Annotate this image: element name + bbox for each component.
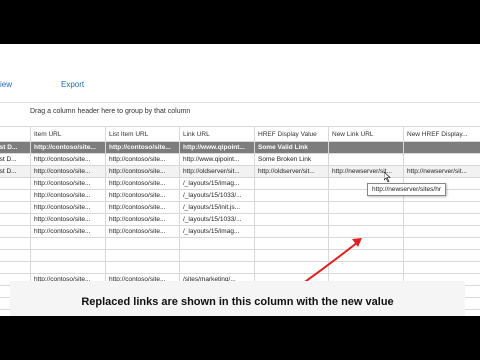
table-cell[interactable]: http://contoso/site...: [105, 153, 180, 166]
table-cell[interactable]: [328, 153, 404, 166]
table-cell[interactable]: http://contoso/site...: [105, 177, 180, 190]
table-cell[interactable]: [105, 261, 180, 274]
annotation-arrow-icon: [301, 238, 362, 285]
table-cell[interactable]: Some Valid Link: [254, 141, 329, 154]
table-cell[interactable]: [403, 141, 480, 154]
column-header-new-href-display[interactable]: New HREF Display...: [403, 126, 480, 142]
table-row[interactable]: http://contoso/site...http://contoso/sit…: [0, 201, 480, 214]
table-row[interactable]: http://contoso/site...http://contoso/sit…: [0, 225, 480, 238]
table-cell[interactable]: [179, 237, 255, 250]
table-cell[interactable]: http://contoso/site...: [30, 165, 106, 178]
app-window: iew Export Drag a column header here to …: [0, 44, 480, 316]
column-header-title[interactable]: [0, 126, 31, 142]
table-cell[interactable]: http://newserver/sit...: [403, 165, 480, 178]
table-cell[interactable]: [403, 201, 480, 214]
table-cell[interactable]: http://contoso/site...: [30, 201, 106, 214]
table-cell[interactable]: [254, 189, 329, 202]
table-row[interactable]: est D...http://contoso/site...http://con…: [0, 165, 480, 178]
letterbox-top: [0, 0, 480, 44]
table-cell[interactable]: [254, 177, 329, 190]
mouse-cursor-icon: [384, 172, 391, 182]
table-cell[interactable]: [0, 237, 31, 250]
column-header-item-url[interactable]: Item URL: [30, 126, 106, 142]
table-cell[interactable]: est D...: [0, 165, 31, 178]
table-cell[interactable]: [105, 249, 180, 262]
view-button[interactable]: iew: [0, 80, 12, 89]
table-cell[interactable]: [30, 261, 106, 274]
table-row[interactable]: [0, 249, 480, 262]
table-cell[interactable]: [105, 237, 180, 250]
table-cell[interactable]: [179, 249, 255, 262]
table-cell[interactable]: [403, 261, 480, 274]
table-row[interactable]: est D...http://contoso/site...http://con…: [0, 141, 480, 154]
group-by-hint: Drag a column header here to group by th…: [30, 108, 191, 115]
table-cell[interactable]: [403, 153, 480, 166]
table-cell[interactable]: http://oldserver/sit...: [179, 165, 255, 178]
table-cell[interactable]: http://www.qipoint...: [179, 153, 255, 166]
table-cell[interactable]: [179, 261, 255, 274]
table-cell[interactable]: [0, 201, 31, 214]
table-cell[interactable]: http://contoso/site...: [30, 189, 106, 202]
table-cell[interactable]: http://contoso/site...: [30, 153, 106, 166]
toolbar-divider: [0, 102, 480, 103]
table-cell[interactable]: Some Broken Link: [254, 153, 329, 166]
table-cell[interactable]: http://newserver/sit...: [328, 165, 404, 178]
table-cell[interactable]: [328, 213, 404, 226]
table-cell[interactable]: http://contoso/site...: [30, 213, 106, 226]
table-cell[interactable]: [0, 213, 31, 226]
table-cell[interactable]: /_layouts/15/1033/...: [179, 189, 255, 202]
table-row[interactable]: http://contoso/site...http://contoso/sit…: [0, 213, 480, 226]
table-cell[interactable]: http://contoso/site...: [105, 165, 180, 178]
column-header-list-item-url[interactable]: List Item URL: [105, 126, 180, 142]
table-cell[interactable]: [403, 213, 480, 226]
table-cell[interactable]: [30, 249, 106, 262]
table-row[interactable]: est D...http://contoso/site...http://con…: [0, 153, 480, 166]
table-row[interactable]: [0, 261, 480, 274]
table-cell[interactable]: http://www.qipoint...: [179, 141, 255, 154]
table-cell[interactable]: [0, 189, 31, 202]
table-cell[interactable]: [30, 237, 106, 250]
table-cell[interactable]: [403, 225, 480, 238]
toolbar: iew Export: [0, 44, 480, 94]
table-cell[interactable]: [403, 249, 480, 262]
table-cell[interactable]: [328, 201, 404, 214]
column-header-link-url[interactable]: Link URL: [179, 126, 255, 142]
table-cell[interactable]: http://contoso/site...: [105, 201, 180, 214]
caption-box: Replaced links are shown in this column …: [10, 281, 465, 316]
table-cell[interactable]: [328, 141, 404, 154]
table-cell[interactable]: http://contoso/site...: [105, 213, 180, 226]
table-cell[interactable]: /_layouts/15/init.js...: [179, 201, 255, 214]
table-cell[interactable]: [254, 201, 329, 214]
table-cell[interactable]: [254, 213, 329, 226]
table-cell[interactable]: est D...: [0, 153, 31, 166]
column-header-href-display-value[interactable]: HREF Display Value: [254, 126, 329, 142]
table-cell[interactable]: http://contoso/site...: [30, 141, 106, 154]
table-cell[interactable]: http://contoso/site...: [105, 189, 180, 202]
table-cell[interactable]: [0, 249, 31, 262]
table-cell[interactable]: /_layouts/15/1033/...: [179, 213, 255, 226]
table-cell[interactable]: [0, 225, 31, 238]
table-cell[interactable]: [0, 261, 31, 274]
table-row[interactable]: [0, 237, 480, 250]
caption-text: Replaced links are shown in this column …: [81, 296, 394, 308]
table-cell[interactable]: http://contoso/site...: [105, 141, 180, 154]
table-cell[interactable]: [0, 177, 31, 190]
table-cell[interactable]: est D...: [0, 141, 31, 154]
table-cell[interactable]: /_layouts/15/imag...: [179, 225, 255, 238]
column-header-new-link-url[interactable]: New Link URL: [328, 126, 404, 142]
export-button[interactable]: Export: [61, 80, 84, 89]
table-cell[interactable]: /_layouts/15/imag...: [179, 177, 255, 190]
table-cell[interactable]: http://oldserver/sit...: [254, 165, 329, 178]
letterbox-bottom: [0, 316, 480, 360]
table-cell[interactable]: http://contoso/site...: [30, 177, 106, 190]
cell-tooltip: http://newserver/sites/hr: [367, 183, 446, 196]
table-cell[interactable]: [403, 237, 480, 250]
video-frame: iew Export Drag a column header here to …: [0, 0, 480, 360]
table-cell[interactable]: http://contoso/site...: [105, 225, 180, 238]
table-cell[interactable]: http://contoso/site...: [30, 225, 106, 238]
header-row: Item URL List Item URL Link URL HREF Dis…: [0, 126, 480, 142]
